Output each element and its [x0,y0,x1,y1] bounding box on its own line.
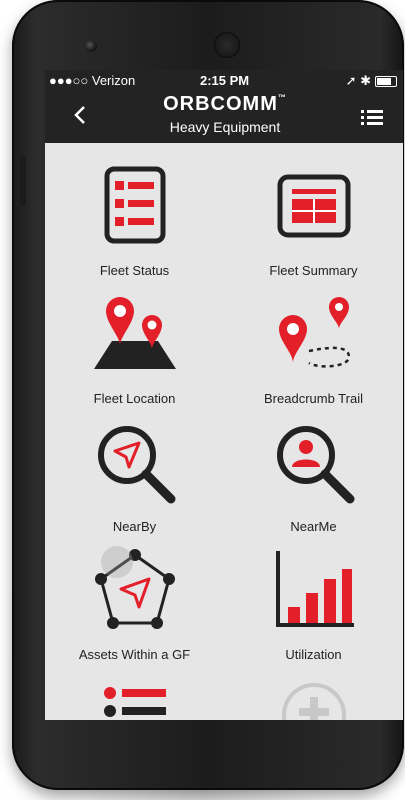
nearme-search-icon [276,426,354,504]
menu-button[interactable] [361,108,383,126]
tile-label: Fleet Status [99,263,170,278]
tile-add[interactable] [224,665,403,720]
touch-indicator [101,546,133,578]
tile-label: Fleet Location [93,391,176,406]
menu-icon-line [367,110,383,113]
menu-icon-bullet [361,122,364,125]
tile-utilization[interactable]: Utilization [224,537,403,665]
tile-fleet-location[interactable]: Fleet Location [45,281,224,409]
menu-grid: Fleet Status Fleet Summary Fleet Locatio… [45,143,403,720]
tile-label: Assets Within a GF [78,647,191,662]
front-camera [85,40,97,52]
tile-list-partial[interactable] [45,665,224,720]
tile-nearme[interactable]: NearMe [224,409,403,537]
tile-label: Utilization [285,647,342,662]
tile-assets-within-gf[interactable]: Assets Within a GF [45,537,224,665]
screen: ●●●○○ Verizon 2:15 PM ➚ ✱ ORBCOMM™ Heavy… [45,70,403,720]
location-bluetooth-icons: ➚ ✱ [345,73,371,88]
bar-chart-icon [275,551,354,627]
carrier-signal: ●●●○○ Verizon [49,73,136,88]
list-partial-icon [103,687,166,717]
tile-fleet-summary[interactable]: Fleet Summary [224,153,403,281]
orbcomm-logo: ORBCOMM™ [145,93,305,116]
back-button[interactable] [73,104,87,131]
header: ●●●○○ Verizon 2:15 PM ➚ ✱ ORBCOMM™ Heavy… [45,70,403,143]
chevron-left-icon [74,106,85,124]
earpiece-speaker [214,32,240,58]
list-icon [104,166,165,244]
page-subtitle: Heavy Equipment [169,119,281,135]
battery-icon [375,76,397,88]
tile-label: Breadcrumb Trail [264,391,363,406]
add-icon [281,683,346,720]
status-icons: ➚ ✱ [346,73,397,89]
status-time: 2:15 PM [200,73,250,88]
tile-label: NearMe [290,519,337,534]
summary-icon [277,174,350,238]
tile-label: NearBy [112,519,157,534]
side-button [20,156,26,206]
breadcrumb-trail-icon [278,297,350,368]
tile-breadcrumb-trail[interactable]: Breadcrumb Trail [224,281,403,409]
tile-label: Fleet Summary [269,263,358,278]
menu-icon-line [367,122,383,125]
logo-trademark: ™ [277,93,287,102]
phone-body: ●●●○○ Verizon 2:15 PM ➚ ✱ ORBCOMM™ Heavy… [12,0,404,790]
bottom-bezel [45,720,403,780]
logo-text: ORBCOMM [163,93,278,115]
menu-icon-line [367,116,383,119]
tile-nearby[interactable]: NearBy [45,409,224,537]
menu-icon-bullet [361,116,364,119]
tile-fleet-status[interactable]: Fleet Status [45,153,224,281]
location-pins-icon [93,297,176,369]
menu-icon-bullet [361,110,364,113]
status-bar: ●●●○○ Verizon 2:15 PM ➚ ✱ [45,72,403,90]
nearby-search-icon [97,426,175,504]
